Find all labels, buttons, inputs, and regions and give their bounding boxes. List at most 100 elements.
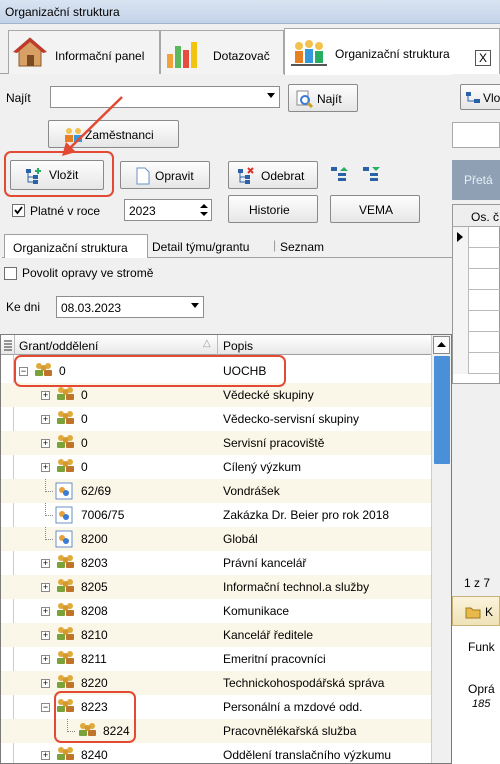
chevron-down-icon[interactable]	[191, 303, 199, 308]
tree-row[interactable]: +8211 Emeritní pracovníci	[1, 647, 431, 671]
window-titlebar: Organizační struktura	[0, 0, 500, 24]
tab-info-panel[interactable]: Informační panel	[8, 30, 160, 74]
year-spinner[interactable]: 2023	[124, 199, 212, 221]
tree-row[interactable]: +0 Servisní pracoviště	[1, 431, 431, 455]
cell-desc: Informační technol.a služby	[223, 580, 370, 594]
right-grid-row[interactable]	[453, 248, 500, 269]
cell-desc: Emeritní pracovníci	[223, 652, 326, 666]
right-col-header[interactable]: Os. č	[471, 210, 499, 224]
tree-row[interactable]: +8205 Informační technol.a služby	[1, 575, 431, 599]
expand-icon[interactable]: +	[41, 607, 50, 616]
cell-desc: Vondrášek	[223, 484, 280, 498]
vema-button[interactable]: VEMA	[330, 195, 420, 223]
allow-edit-label: Povolit opravy ve stromě	[22, 266, 154, 280]
spinner-arrows-icon[interactable]	[200, 203, 208, 217]
expand-icon[interactable]: +	[41, 415, 50, 424]
grant-icon	[55, 530, 73, 551]
cell-desc: Komunikace	[223, 604, 290, 618]
tree-row[interactable]: 7006/75 Zakázka Dr. Beier pro rok 2018	[1, 503, 431, 527]
tree-row[interactable]: 62/69 Vondrášek	[1, 479, 431, 503]
tree-row[interactable]: +0 Cílený výzkum	[1, 455, 431, 479]
expand-icon[interactable]: +	[41, 631, 50, 640]
expand-icon[interactable]: +	[41, 679, 50, 688]
right-grid-header: Os. č	[453, 205, 500, 227]
subtab-list[interactable]: Seznam	[280, 240, 324, 254]
column-chooser-icon[interactable]	[3, 339, 13, 351]
right-grid-row[interactable]	[453, 269, 500, 290]
subtab-org-structure[interactable]: Organizační struktura	[4, 234, 148, 258]
window-title: Organizační struktura	[5, 5, 120, 19]
col-grant-header[interactable]: Grant/oddělení	[19, 339, 98, 353]
group-icon	[55, 434, 77, 453]
house-icon	[13, 37, 47, 67]
tree-row[interactable]: +8240 Oddělení translačního výzkumu	[1, 743, 431, 763]
right-grid-row[interactable]	[453, 290, 500, 311]
expand-icon[interactable]: +	[41, 559, 50, 568]
vertical-scrollbar[interactable]	[431, 335, 451, 763]
move-up-icon[interactable]	[330, 166, 350, 182]
scroll-thumb[interactable]	[434, 356, 450, 464]
right-row-indicator	[453, 290, 469, 311]
grid-header: Grant/oddělení △ Popis	[1, 335, 431, 355]
tree-row[interactable]: 8200 Globál	[1, 527, 431, 551]
tree-row[interactable]: +8208 Komunikace	[1, 599, 431, 623]
search-combo[interactable]	[50, 86, 280, 108]
right-input[interactable]	[452, 122, 500, 148]
right-row-indicator	[453, 332, 469, 353]
group-icon	[55, 602, 77, 621]
right-row-indicator	[453, 353, 469, 374]
tab-close-button[interactable]: X	[475, 50, 491, 66]
right-grid-row[interactable]	[453, 353, 500, 374]
right-grid-row[interactable]	[453, 332, 500, 353]
cell-desc: Servisní pracoviště	[223, 436, 325, 450]
right-grid-row[interactable]	[453, 311, 500, 332]
employees-button[interactable]: Zaměstnanci	[48, 120, 179, 148]
right-row-indicator	[453, 269, 469, 290]
subtab-team-detail[interactable]: Detail týmu/grantu	[152, 240, 249, 254]
tab-org-structure[interactable]: Organizační struktura X	[284, 28, 500, 75]
edit-button[interactable]: Opravit	[120, 161, 210, 189]
allow-edit-checkbox[interactable]	[4, 267, 17, 280]
sort-up-icon: △	[203, 338, 211, 349]
expand-icon[interactable]: +	[41, 439, 50, 448]
right-grid-row[interactable]	[453, 227, 500, 248]
remove-button[interactable]: Odebrat	[228, 161, 318, 189]
subtabs: Organizační struktura Detail týmu/grantu…	[2, 234, 452, 258]
move-down-icon[interactable]	[362, 166, 382, 182]
checkmark-icon	[14, 206, 23, 215]
group-icon	[55, 386, 77, 405]
right-row-indicator	[453, 248, 469, 269]
tree-row[interactable]: +8203 Právní kancelář	[1, 551, 431, 575]
date-label: Ke dni	[6, 300, 41, 314]
expand-icon[interactable]: +	[41, 751, 50, 760]
tree-row[interactable]: +8210 Kancelář ředitele	[1, 623, 431, 647]
cell-desc: Zakázka Dr. Beier pro rok 2018	[223, 508, 390, 522]
find-button[interactable]: Najít	[288, 84, 358, 112]
cell-desc: Pracovnělékařská služba	[223, 724, 357, 738]
collapse-icon[interactable]: −	[41, 703, 50, 712]
grant-icon	[55, 482, 73, 503]
chevron-down-icon[interactable]	[267, 93, 275, 98]
right-insert-button[interactable]: Vlo	[460, 84, 500, 110]
right-grid: Os. č	[452, 204, 500, 384]
expand-icon[interactable]: +	[41, 583, 50, 592]
expand-icon[interactable]: +	[41, 655, 50, 664]
cell-code: 8203	[81, 556, 108, 570]
expand-icon[interactable]: +	[41, 391, 50, 400]
employees-button-label: Zaměstnanci	[85, 128, 154, 142]
cell-desc: Právní kancelář	[223, 556, 307, 570]
valid-in-year-checkbox[interactable]	[12, 204, 25, 217]
scroll-up-button[interactable]	[433, 336, 450, 354]
highlight-insert-button	[4, 151, 114, 197]
tree-connector	[45, 479, 53, 492]
right-pager: 1 z 7	[464, 576, 491, 590]
subtab-separator: |	[273, 238, 277, 252]
col-desc-header[interactable]: Popis	[223, 339, 253, 353]
right-row-indicator	[453, 227, 469, 248]
group-icon	[55, 650, 77, 669]
history-button[interactable]: Historie	[228, 195, 318, 223]
tree-row[interactable]: +0 Vědecko-servisní skupiny	[1, 407, 431, 431]
expand-icon[interactable]: +	[41, 463, 50, 472]
date-combo[interactable]: 08.03.2023	[56, 296, 204, 318]
tab-query[interactable]: Dotazovač	[160, 30, 284, 74]
